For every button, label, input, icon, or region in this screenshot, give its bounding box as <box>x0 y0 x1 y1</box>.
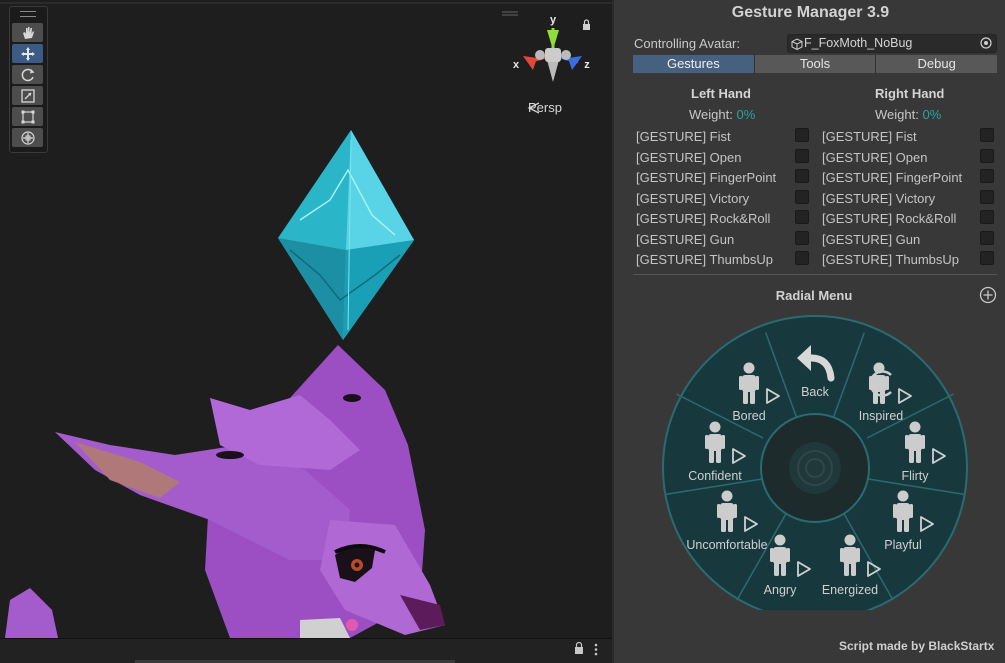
right-gesture-open-checkbox[interactable] <box>980 149 994 163</box>
right-gesture-fingerpoint-label: [GESTURE] FingerPoint <box>822 170 963 185</box>
radial-label-playful: Playful <box>884 538 922 552</box>
rect-tool-button[interactable] <box>12 107 43 126</box>
left-gesture-rockroll-checkbox[interactable] <box>795 210 809 224</box>
radial-menu-title: Radial Menu <box>775 288 853 303</box>
weight-value: 0% <box>922 107 942 122</box>
transform-tool-button[interactable] <box>12 128 43 147</box>
radial-label-confident: Confident <box>688 469 742 483</box>
section-divider <box>633 274 997 275</box>
right-gesture-open-label: [GESTURE] Open <box>822 150 928 165</box>
credit-text: Script made by BlackStartx <box>839 639 995 653</box>
scene-canvas[interactable]: y x z <box>0 0 612 663</box>
weight-label: Weight: <box>689 107 733 122</box>
tab-tools[interactable]: Tools <box>754 55 877 73</box>
radial-label-inspired: Inspired <box>859 409 904 423</box>
radial-menu[interactable]: Back Inspired Flirty Playful Energized A… <box>659 310 979 610</box>
weight-value: 0% <box>736 107 756 122</box>
rotate-tool-button[interactable] <box>12 65 43 84</box>
radial-label-energized: Energized <box>822 583 878 597</box>
scene-status-bar <box>0 638 612 663</box>
avatar-name: F_FoxMoth_NoBug <box>804 36 913 50</box>
weight-label: Weight: <box>875 107 919 122</box>
radial-label-back: Back <box>801 385 830 399</box>
left-gesture-fist-checkbox[interactable] <box>795 128 809 142</box>
radial-label-angry: Angry <box>764 583 797 597</box>
right-gesture-rockroll-label: [GESTURE] Rock&Roll <box>822 211 957 226</box>
left-gesture-fingerpoint-checkbox[interactable] <box>795 169 809 183</box>
rotate-tool-icon <box>21 68 34 81</box>
right-gesture-gun-checkbox[interactable] <box>980 231 994 245</box>
left-gesture-fist-label: [GESTURE] Fist <box>636 129 731 144</box>
right-gesture-fingerpoint-checkbox[interactable] <box>980 169 994 183</box>
left-gesture-open-label: [GESTURE] Open <box>636 150 742 165</box>
left-gesture-victory-label: [GESTURE] Victory <box>636 191 750 206</box>
right-gesture-victory-label: [GESTURE] Victory <box>822 191 936 206</box>
scale-tool-button[interactable] <box>12 86 43 105</box>
radial-label-uncomfortable: Uncomfortable <box>686 538 767 552</box>
lock-icon[interactable] <box>575 641 583 655</box>
tab-gestures[interactable]: Gestures <box>633 55 755 73</box>
gizmo-x-label: x <box>513 59 520 71</box>
scale-tool-icon <box>20 88 35 103</box>
scene-view[interactable]: y x z Persp <box>0 0 612 663</box>
right-gesture-rockroll-checkbox[interactable] <box>980 210 994 224</box>
panel-title: Gesture Manager 3.9 <box>731 4 890 21</box>
tab-bar: Gestures Tools Debug <box>633 55 998 73</box>
right-gesture-gun-label: [GESTURE] Gun <box>822 232 921 247</box>
left-gesture-gun-checkbox[interactable] <box>795 231 809 245</box>
move-tool-button[interactable] <box>12 44 43 63</box>
radial-label-bored: Bored <box>732 409 765 423</box>
left-gesture-victory-checkbox[interactable] <box>795 190 809 204</box>
avatar-field[interactable]: F_FoxMoth_NoBug <box>787 34 997 53</box>
kebab-menu-icon[interactable] <box>594 643 598 656</box>
object-picker-icon[interactable] <box>980 37 992 49</box>
hand-tool-icon <box>22 26 34 39</box>
left-gesture-thumbsup-label: [GESTURE] ThumbsUp <box>636 252 774 267</box>
left-gesture-fingerpoint-label: [GESTURE] FingerPoint <box>636 170 777 185</box>
right-hand-title: Right Hand <box>875 86 945 101</box>
right-gesture-thumbsup-checkbox[interactable] <box>980 251 994 265</box>
add-icon[interactable] <box>979 286 997 304</box>
right-gesture-thumbsup-label: [GESTURE] ThumbsUp <box>822 252 960 267</box>
rect-tool-icon <box>21 110 34 123</box>
left-gesture-rockroll-label: [GESTURE] Rock&Roll <box>636 211 771 226</box>
right-gesture-fist-label: [GESTURE] Fist <box>822 129 917 144</box>
left-hand-weight: Weight: 0% <box>689 107 755 122</box>
gesture-manager-panel: Gesture Manager 3.9 Controlling Avatar: … <box>612 0 1005 663</box>
right-hand-weight: Weight: 0% <box>875 107 941 122</box>
gizmo-z-label: z <box>584 59 590 71</box>
tool-overlay <box>9 6 48 153</box>
hand-tool-button[interactable] <box>12 23 43 42</box>
left-hand-title: Left Hand <box>691 86 751 101</box>
radial-label-flirty: Flirty <box>901 469 929 483</box>
left-gesture-thumbsup-checkbox[interactable] <box>795 251 809 265</box>
move-tool-icon <box>20 46 35 61</box>
projection-toggle[interactable]: Persp <box>528 100 562 115</box>
toolbar-grip-icon[interactable] <box>20 11 36 17</box>
left-gesture-gun-label: [GESTURE] Gun <box>636 232 735 247</box>
prefab-cube-icon <box>791 38 803 50</box>
left-gesture-open-checkbox[interactable] <box>795 149 809 163</box>
avatar-label: Controlling Avatar: <box>634 36 740 51</box>
right-gesture-victory-checkbox[interactable] <box>980 190 994 204</box>
tab-debug[interactable]: Debug <box>876 55 998 73</box>
right-gesture-fist-checkbox[interactable] <box>980 128 994 142</box>
gizmo-y-label: y <box>550 14 557 26</box>
transform-tool-icon <box>20 130 35 145</box>
